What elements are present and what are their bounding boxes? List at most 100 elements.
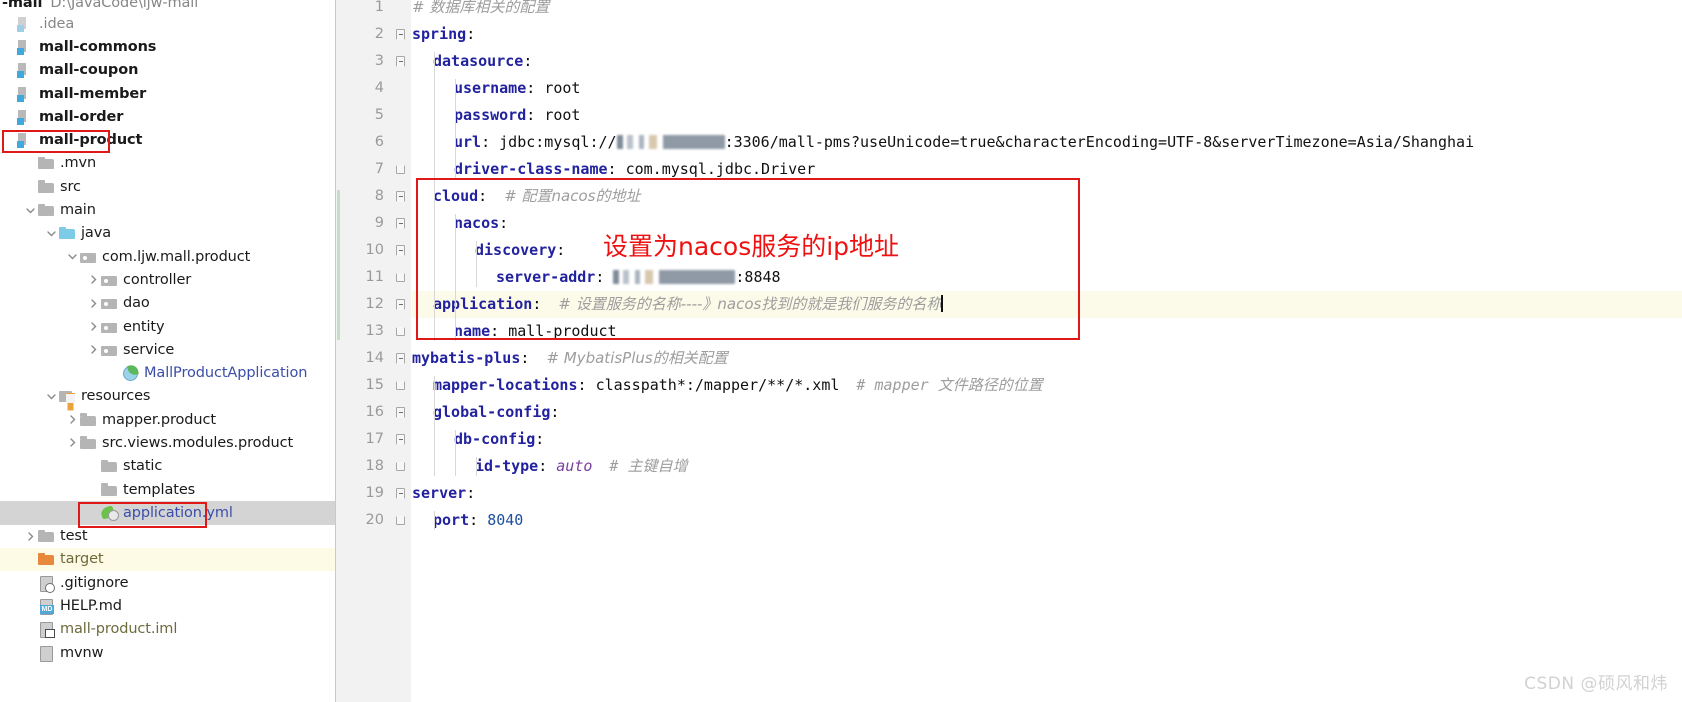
code-content[interactable]: # 数据库相关的配置 spring: datasource: username: ro… xyxy=(412,0,1682,702)
tree-item-com-ljw-mall-product[interactable]: com.ljw.mall.product xyxy=(0,245,335,268)
package-icon xyxy=(101,342,118,358)
tree-item-label: entity xyxy=(123,318,165,335)
line-number: 17 xyxy=(365,431,384,447)
tree-item-mall-order[interactable]: mall-order xyxy=(0,105,335,128)
fold-toggle-icon[interactable] xyxy=(394,264,407,291)
fold-toggle-icon[interactable] xyxy=(394,453,407,480)
tree-item-main[interactable]: main xyxy=(0,198,335,221)
tree-item-mallproductapplication[interactable]: MallProductApplication xyxy=(0,361,335,384)
code-line-17[interactable]: db-config: xyxy=(412,426,1682,453)
fold-toggle-icon[interactable] xyxy=(394,480,407,507)
code-line-19[interactable]: server: xyxy=(412,480,1682,507)
yaml-comment: # 数据库相关的配置 xyxy=(412,0,550,16)
tree-item-dao[interactable]: dao xyxy=(0,292,335,315)
tree-item-idea[interactable]: .idea xyxy=(0,12,335,35)
tree-item-resources[interactable]: resources xyxy=(0,385,335,408)
fold-toggle-icon[interactable] xyxy=(394,507,407,534)
code-line-1[interactable]: # 数据库相关的配置 xyxy=(412,0,1682,21)
tree-item-label: static xyxy=(123,458,163,475)
fold-toggle-icon[interactable] xyxy=(394,156,407,183)
tree-item-java[interactable]: java xyxy=(0,222,335,245)
code-line-15[interactable]: mapper-locations: classpath*:/mapper/**/… xyxy=(412,372,1682,399)
tree-item-mall-coupon[interactable]: mall-coupon xyxy=(0,59,335,82)
chevron-right-icon[interactable] xyxy=(86,296,101,311)
chevron-right-icon[interactable] xyxy=(65,435,80,450)
tree-item-src[interactable]: src xyxy=(0,175,335,198)
chevron-right-icon[interactable] xyxy=(23,529,38,544)
code-line-8[interactable]: cloud: # 配置nacos的地址 xyxy=(412,183,1682,210)
chevron-down-icon[interactable] xyxy=(44,226,59,241)
module-icon xyxy=(17,62,34,79)
tree-item-static[interactable]: static xyxy=(0,455,335,478)
tree-item-mall-commons[interactable]: mall-commons xyxy=(0,35,335,58)
chevron-right-icon[interactable] xyxy=(86,319,101,334)
tree-item-application-yml[interactable]: application.yml xyxy=(0,501,335,525)
fold-toggle-icon[interactable] xyxy=(394,426,407,453)
folder-icon xyxy=(80,412,97,428)
code-line-18[interactable]: id-type: auto # 主键自增 xyxy=(412,453,1682,480)
chevron-down-icon[interactable] xyxy=(23,203,38,218)
fold-toggle-icon[interactable] xyxy=(394,237,407,264)
project-tool-window[interactable]: -mall D:\JavaCode\ljw-mall .idea mall-com… xyxy=(0,0,336,702)
tree-item-service[interactable]: service xyxy=(0,338,335,361)
chevron-right-icon[interactable] xyxy=(86,342,101,357)
chevron-down-icon[interactable] xyxy=(65,249,80,264)
code-line-5[interactable]: password: root xyxy=(412,102,1682,129)
tree-item-gitignore[interactable]: .gitignore xyxy=(0,571,335,594)
tree-item-mall-member[interactable]: mall-member xyxy=(0,82,335,105)
code-line-4[interactable]: username: root xyxy=(412,75,1682,102)
tree-item-mvnw[interactable]: mvnw xyxy=(0,641,335,664)
fold-toggle-icon[interactable] xyxy=(394,21,407,48)
tree-item-mall-product-iml[interactable]: mall-product.iml xyxy=(0,618,335,641)
fold-toggle-icon[interactable] xyxy=(394,48,407,75)
code-line-3[interactable]: datasource: xyxy=(412,48,1682,75)
code-line-13[interactable]: name: mall-product xyxy=(412,318,1682,345)
fold-toggle-icon[interactable] xyxy=(394,399,407,426)
yaml-key: id-type xyxy=(475,457,539,475)
fold-toggle-icon[interactable] xyxy=(394,210,407,237)
fold-toggle-icon[interactable] xyxy=(394,372,407,399)
code-line-20[interactable]: port: 8040 xyxy=(412,507,1682,534)
tree-row-project-root[interactable]: -mall D:\JavaCode\ljw-mall xyxy=(0,0,335,12)
chevron-right-icon[interactable] xyxy=(86,272,101,287)
chevron-right-icon[interactable] xyxy=(65,412,80,427)
tree-item-controller[interactable]: controller xyxy=(0,268,335,291)
yaml-comment: # mapper 文件路径的位置 xyxy=(847,376,1043,394)
chevron-down-icon[interactable] xyxy=(44,389,59,404)
code-line-14[interactable]: mybatis-plus: # MybatisPlus的相关配置 xyxy=(412,345,1682,372)
tree-item-src-views-modules-product[interactable]: src.views.modules.product xyxy=(0,431,335,454)
fold-toggle-icon[interactable] xyxy=(394,345,407,372)
tree-item-entity[interactable]: entity xyxy=(0,315,335,338)
code-line-2[interactable]: spring: xyxy=(412,21,1682,48)
code-editor[interactable]: 1 2 3 4 5 6 7 8 9 10 11 12 13 14 15 16 17 18 19 20 # 数据库相关的… xyxy=(336,0,1682,702)
fold-toggle-icon[interactable] xyxy=(394,318,407,345)
code-line-16[interactable]: global-config: xyxy=(412,399,1682,426)
tree-item-mall-product[interactable]: mall-product xyxy=(0,128,335,151)
tree-item-help-md[interactable]: HELP.md xyxy=(0,594,335,617)
code-line-7[interactable]: driver-class-name: com.mysql.jdbc.Driver xyxy=(412,156,1682,183)
tree-item-mvn[interactable]: .mvn xyxy=(0,152,335,175)
tree-item-target[interactable]: target xyxy=(0,547,335,572)
package-icon xyxy=(101,272,118,288)
tree-item-mapper-product[interactable]: mapper.product xyxy=(0,408,335,431)
tree-item-test[interactable]: test xyxy=(0,525,335,548)
tree-item-templates[interactable]: templates xyxy=(0,478,335,501)
project-tree[interactable]: .idea mall-commons mall-coupon mall-member m… xyxy=(0,12,335,664)
code-line-6[interactable]: url: jdbc:mysql://:3306/mall-pms?useUnic… xyxy=(412,129,1682,156)
fold-toggle-icon[interactable] xyxy=(394,291,407,318)
module-icon xyxy=(17,86,34,102)
fold-toggle-icon[interactable] xyxy=(394,183,407,210)
yaml-comment: # 配置nacos的地址 xyxy=(504,187,641,205)
code-line-11[interactable]: server-addr: :8848 xyxy=(412,264,1682,291)
code-line-12[interactable]: application: # 设置服务的名称----》nacos找到的就是我们服… xyxy=(412,291,1682,318)
gitignore-file-icon xyxy=(38,575,55,593)
tree-item-label: templates xyxy=(123,481,196,498)
tree-item-label: mall-coupon xyxy=(39,62,139,79)
tree-item-label: mapper.product xyxy=(102,411,216,428)
